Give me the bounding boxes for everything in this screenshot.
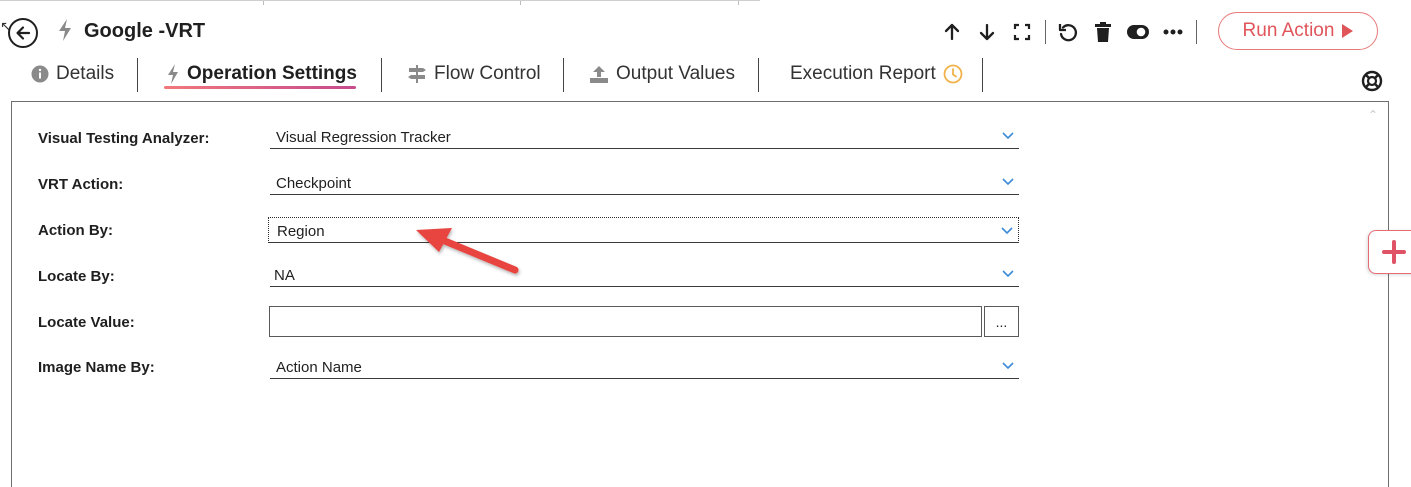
undo-button[interactable] xyxy=(1054,18,1082,46)
ellipsis-icon xyxy=(1163,29,1183,35)
scroll-up-icon[interactable]: ⌃ xyxy=(1368,108,1378,122)
delete-button[interactable] xyxy=(1089,18,1117,46)
signpost-icon xyxy=(408,65,426,83)
arrow-up-icon xyxy=(944,23,960,41)
image-name-by-label: Image Name By: xyxy=(38,359,155,376)
tab-flow-control-label: Flow Control xyxy=(434,63,541,84)
info-circle-icon xyxy=(31,65,49,83)
add-panel-button[interactable] xyxy=(1368,230,1411,274)
tab-output-values[interactable]: Output Values xyxy=(589,56,735,92)
image-name-by-value: Action Name xyxy=(276,359,362,376)
arrow-down-icon xyxy=(979,23,995,41)
undo-icon xyxy=(1058,24,1078,42)
vrt-action-value: Checkpoint xyxy=(276,175,352,192)
arrow-left-icon xyxy=(16,26,31,40)
toggle-icon xyxy=(1127,25,1149,39)
fullscreen-icon xyxy=(1013,23,1031,41)
vrt-action-select[interactable]: Checkpoint xyxy=(270,173,1019,195)
tab-details[interactable]: Details xyxy=(31,56,114,92)
action-header: Google -VRT Run Action xyxy=(0,8,1411,54)
tab-execution-report-label: Execution Report xyxy=(790,63,936,84)
visual-testing-analyzer-value: Visual Regression Tracker xyxy=(276,129,451,146)
vrt-action-label: VRT Action: xyxy=(38,176,124,193)
action-by-value: Region xyxy=(277,223,325,240)
expand-button[interactable] xyxy=(1008,18,1036,46)
locate-value-browse-button[interactable]: ... xyxy=(984,306,1019,337)
back-button[interactable] xyxy=(8,18,38,48)
image-name-by-select[interactable]: Action Name xyxy=(270,357,1019,379)
move-down-button[interactable] xyxy=(973,18,1001,46)
chevron-down-icon xyxy=(1002,270,1014,278)
tab-divider xyxy=(137,58,138,92)
tab-divider xyxy=(563,58,564,92)
locate-value-label: Locate Value: xyxy=(38,314,135,331)
help-lifebuoy-icon[interactable] xyxy=(1361,70,1383,92)
action-by-label: Action By: xyxy=(38,222,113,239)
toolbar-divider xyxy=(1045,20,1046,44)
more-options-button[interactable] xyxy=(1159,18,1187,46)
page-title: Google -VRT xyxy=(84,20,206,42)
active-tab-indicator xyxy=(164,86,356,89)
visual-testing-analyzer-label: Visual Testing Analyzer: xyxy=(38,130,210,147)
tab-divider xyxy=(982,58,983,92)
action-toolbar xyxy=(938,17,1205,47)
clock-icon xyxy=(943,64,963,84)
visual-testing-analyzer-select[interactable]: Visual Regression Tracker xyxy=(270,127,1019,149)
chevron-down-icon xyxy=(1001,227,1013,235)
chevron-down-icon xyxy=(1002,362,1014,370)
locate-by-select[interactable]: NA xyxy=(270,265,1019,287)
top-border xyxy=(0,0,760,5)
run-action-label: Run Action xyxy=(1242,20,1335,41)
locate-value-input[interactable] xyxy=(269,306,982,337)
tab-flow-control[interactable]: Flow Control xyxy=(407,56,541,92)
plus-icon xyxy=(1381,240,1406,264)
play-icon xyxy=(1342,24,1354,38)
chevron-down-icon xyxy=(1002,132,1014,140)
tab-output-values-label: Output Values xyxy=(616,63,736,84)
chevron-down-icon xyxy=(1002,178,1014,186)
tab-divider xyxy=(381,58,382,92)
bolt-icon xyxy=(168,64,178,84)
trash-icon xyxy=(1095,22,1111,42)
tab-details-label: Details xyxy=(56,63,115,84)
tab-bar: Details Operation Settings Flow Control … xyxy=(0,56,1000,96)
locate-by-value: NA xyxy=(274,267,295,284)
tab-execution-report[interactable]: Execution Report xyxy=(790,56,963,92)
toolbar-divider xyxy=(1196,20,1197,44)
run-action-button[interactable]: Run Action xyxy=(1218,12,1378,50)
active-toggle[interactable] xyxy=(1124,18,1152,46)
upload-icon xyxy=(590,66,608,83)
bolt-icon xyxy=(59,19,71,41)
locate-by-label: Locate By: xyxy=(38,268,115,285)
operation-settings-panel xyxy=(11,101,1389,487)
action-by-select[interactable]: Region xyxy=(268,217,1019,243)
move-up-button[interactable] xyxy=(938,18,966,46)
tab-divider xyxy=(758,58,759,92)
tab-operation-settings-label: Operation Settings xyxy=(187,63,357,84)
